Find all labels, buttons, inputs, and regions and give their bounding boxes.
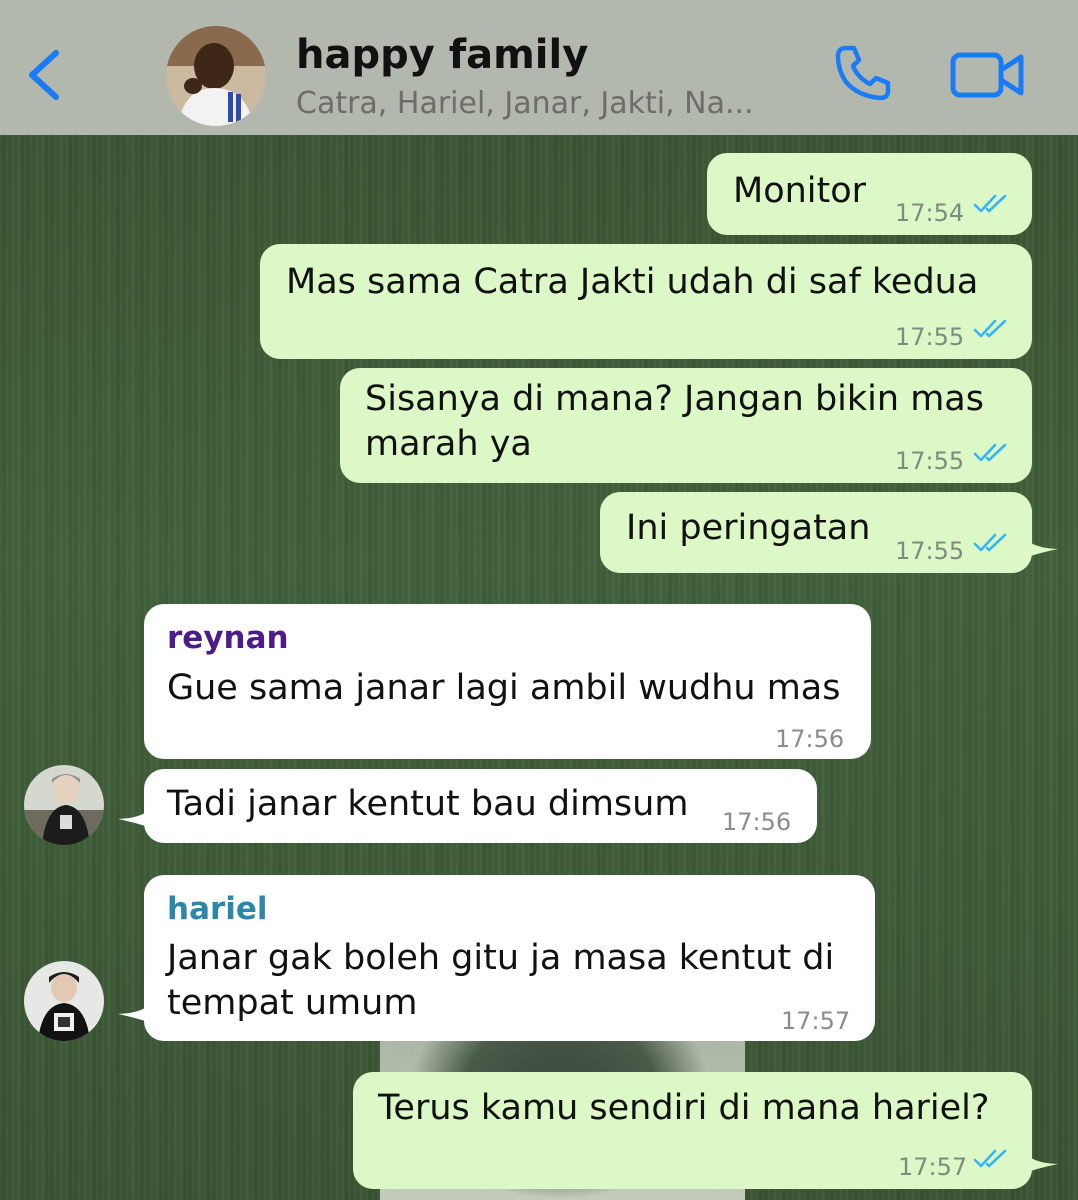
double-check-icon bbox=[973, 1149, 1007, 1168]
avatar-image bbox=[24, 765, 104, 845]
group-members[interactable]: Catra, Hariel, Janar, Jakti, Na... bbox=[296, 86, 806, 121]
voice-call-button[interactable] bbox=[832, 42, 894, 104]
message-time: 17:57 bbox=[781, 1007, 851, 1035]
bubble-tail bbox=[118, 800, 156, 830]
chevron-left-icon bbox=[29, 50, 59, 100]
chat-header: happy family Catra, Hariel, Janar, Jakti… bbox=[0, 0, 1078, 135]
message-time: 17:55 bbox=[895, 323, 965, 351]
message-text: Mas sama Catra Jakti udah di saf kedua bbox=[286, 262, 979, 302]
double-check-icon bbox=[973, 194, 1007, 213]
video-camera-icon bbox=[950, 52, 1024, 98]
message-time: 17:55 bbox=[895, 447, 965, 475]
group-avatar[interactable] bbox=[166, 26, 266, 126]
outgoing-message[interactable]: Sisanya di mana? Jangan bikin mas marah … bbox=[340, 368, 1032, 483]
message-text: Tadi janar kentut bau dimsum bbox=[167, 784, 689, 824]
double-check-icon bbox=[973, 533, 1007, 552]
message-text-line-1: Sisanya di mana? Jangan bikin mas bbox=[365, 379, 984, 419]
double-check-icon bbox=[973, 443, 1007, 462]
video-call-button[interactable] bbox=[950, 50, 1026, 100]
bubble-tail bbox=[1020, 1145, 1058, 1175]
avatar[interactable] bbox=[24, 765, 104, 845]
avatar-image bbox=[24, 961, 104, 1041]
incoming-message[interactable]: reynan Gue sama janar lagi ambil wudhu m… bbox=[144, 604, 871, 759]
back-button[interactable] bbox=[22, 45, 72, 105]
outgoing-message[interactable]: Monitor 17:54 bbox=[707, 153, 1032, 235]
outgoing-message[interactable]: Mas sama Catra Jakti udah di saf kedua 1… bbox=[260, 244, 1032, 359]
message-text-line-2: marah ya bbox=[365, 424, 532, 464]
outgoing-message[interactable]: Terus kamu sendiri di mana hariel? 17:57 bbox=[353, 1072, 1032, 1189]
incoming-message[interactable]: Tadi janar kentut bau dimsum 17:56 bbox=[144, 769, 817, 843]
outgoing-message[interactable]: Ini peringatan 17:55 bbox=[600, 492, 1032, 573]
message-text: Ini peringatan bbox=[626, 508, 871, 548]
avatar[interactable] bbox=[24, 961, 104, 1041]
phone-icon bbox=[835, 45, 891, 101]
bubble-tail bbox=[1020, 530, 1058, 560]
group-avatar-image bbox=[166, 26, 266, 126]
chat-title[interactable]: happy family bbox=[296, 32, 588, 78]
sender-name[interactable]: hariel bbox=[167, 887, 268, 932]
message-time: 17:56 bbox=[775, 725, 845, 753]
bubble-tail bbox=[118, 995, 156, 1025]
message-time: 17:57 bbox=[898, 1153, 968, 1181]
message-text: Terus kamu sendiri di mana hariel? bbox=[378, 1088, 990, 1128]
message-text-line-2: tempat umum bbox=[167, 983, 418, 1023]
message-text: Monitor bbox=[733, 171, 867, 211]
incoming-message[interactable]: hariel Janar gak boleh gitu ja masa kent… bbox=[144, 875, 875, 1041]
message-text-line-1: Janar gak boleh gitu ja masa kentut di bbox=[167, 938, 835, 978]
message-time: 17:56 bbox=[722, 808, 792, 836]
message-text: Gue sama janar lagi ambil wudhu mas bbox=[167, 668, 841, 708]
message-time: 17:55 bbox=[895, 537, 965, 565]
double-check-icon bbox=[973, 319, 1007, 338]
sender-name[interactable]: reynan bbox=[167, 616, 289, 661]
message-time: 17:54 bbox=[895, 199, 965, 227]
